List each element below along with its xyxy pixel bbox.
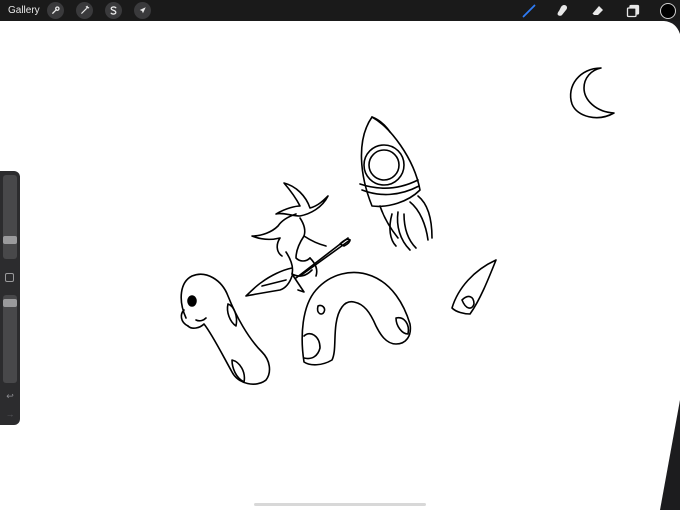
artwork [180,67,615,385]
brush-size-thumb[interactable] [3,236,17,244]
left-sidebar: ↩ → [0,171,20,425]
brush-icon[interactable] [520,2,538,20]
sea-serpent-head-drawing [180,273,271,385]
witch-on-broom-drawing [245,182,351,297]
gallery-button[interactable]: Gallery [8,3,40,18]
magic-wand-icon[interactable] [76,2,93,19]
rocket-drawing [359,116,433,251]
smudge-icon[interactable] [554,2,572,20]
redo-icon[interactable]: → [4,409,16,419]
eraser-icon[interactable] [589,2,607,20]
undo-icon[interactable]: ↩ [4,391,16,401]
layers-icon[interactable] [624,2,642,20]
brush-size-slider[interactable] [3,175,17,259]
top-toolbar: Gallery [0,0,680,21]
arrow-cursor-icon[interactable] [134,2,151,19]
selection-s-icon[interactable] [105,2,122,19]
modify-button[interactable] [5,273,14,282]
sea-serpent-tail-drawing [451,259,497,315]
home-indicator [254,503,426,506]
opacity-slider[interactable] [3,295,17,383]
sea-serpent-hump-drawing [301,271,412,366]
color-picker-swatch[interactable] [660,3,676,19]
wrench-icon[interactable] [47,2,64,19]
crescent-moon-drawing [569,67,615,119]
opacity-thumb[interactable] [3,299,17,307]
